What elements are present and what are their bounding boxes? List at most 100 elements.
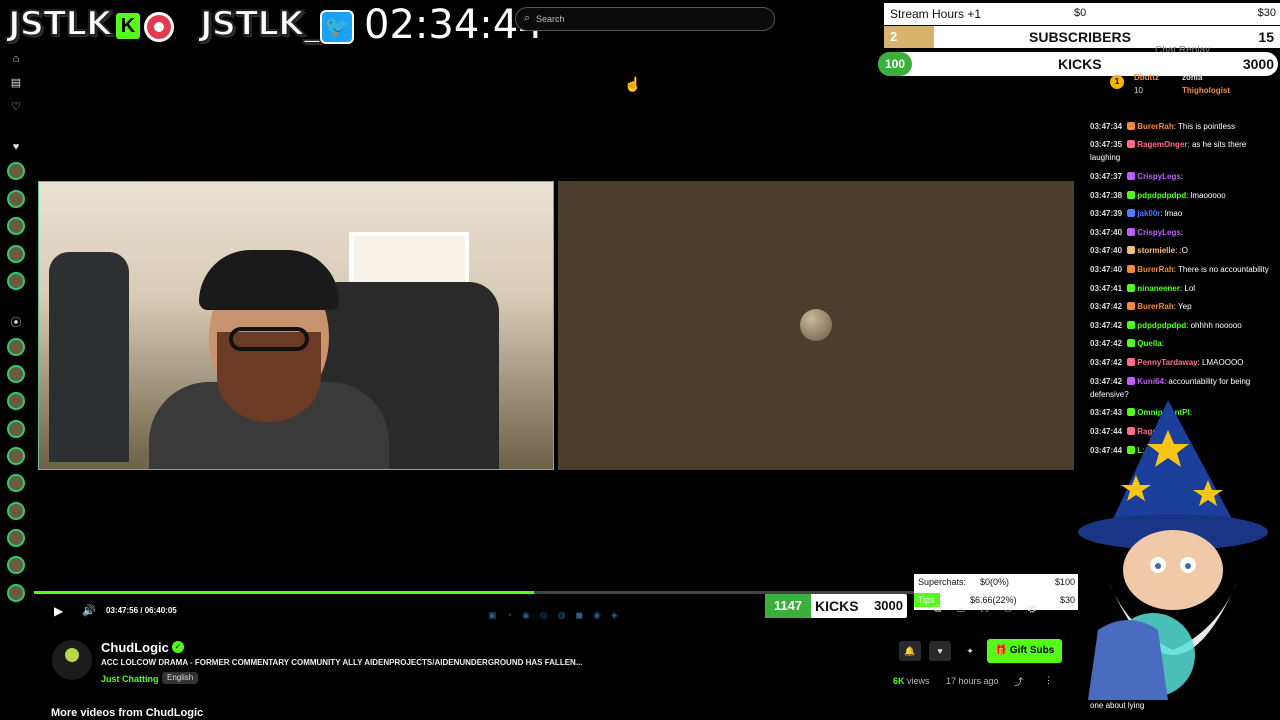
chat-timestamp: 03:47:39 xyxy=(1090,209,1123,218)
chat-message: 03:47:42 Quella: xyxy=(1090,337,1274,350)
chat-username[interactable]: CrispyLegs xyxy=(1137,172,1181,181)
follow-heart-button[interactable]: ♥ xyxy=(929,641,951,661)
share-icon[interactable]: ⤴ xyxy=(1014,675,1023,688)
chat-username[interactable]: pdpdpdpdpd xyxy=(1137,191,1186,200)
chat-timestamp: 03:47:42 xyxy=(1090,302,1123,311)
jstlk-twitter-logo: JSTLK_ xyxy=(199,3,321,45)
chat-text: :O xyxy=(1179,246,1188,255)
guest-feed[interactable] xyxy=(558,181,1074,470)
chat-message: 03:47:42 PennyTardaway: LMAOOOO xyxy=(1090,356,1274,369)
hand-cursor-icon: ☝ xyxy=(624,76,642,92)
webcam-feed[interactable] xyxy=(38,181,554,470)
channel-name[interactable]: ChudLogic xyxy=(101,640,169,655)
chat-separator: : xyxy=(1180,172,1184,181)
followed-channel-avatar[interactable] xyxy=(7,245,25,263)
chat-username[interactable]: BurerRah xyxy=(1137,302,1173,311)
channel-avatar[interactable] xyxy=(52,640,92,680)
recommended-channel-avatar[interactable] xyxy=(7,338,25,356)
volume-button[interactable]: 🔊 xyxy=(82,604,96,617)
chat-badge-icon xyxy=(1127,265,1136,273)
chat-username[interactable]: CrispyLegs xyxy=(1137,228,1181,237)
following-heart-icon[interactable]: ♡ xyxy=(9,100,23,114)
chat-username[interactable]: PennyTardaway xyxy=(1137,358,1197,367)
stream-title: ACC LOLCOW DRAMA - FORMER COMMENTARY COM… xyxy=(101,658,583,667)
chat-message: 03:47:42 pdpdpdpdpd: ohhhh nooooo xyxy=(1090,319,1274,332)
chat-text: lmaooooo xyxy=(1190,191,1226,200)
notification-bell-button[interactable]: 🔔 xyxy=(899,641,921,661)
chat-username[interactable]: ninaneener xyxy=(1137,284,1180,293)
chat-badge-icon xyxy=(1127,302,1136,310)
gift-icon: 🎁 xyxy=(994,645,1010,656)
taskbar-ghost-icons: ▣◔◉◎◍◼◉◈ xyxy=(488,610,628,620)
chat-username[interactable]: BurerRah xyxy=(1137,265,1173,274)
chat-username[interactable]: jak00r xyxy=(1137,209,1160,218)
recommended-channel-avatar[interactable] xyxy=(7,529,25,547)
more-options-icon[interactable]: ⋮ xyxy=(1044,675,1053,686)
kicks-label: KICKS xyxy=(1058,56,1102,72)
theater-icon[interactable]: ▭ xyxy=(957,604,981,615)
followed-channel-avatar[interactable] xyxy=(7,272,25,290)
time-display: 03:47:56 / 06:40:05 xyxy=(106,606,177,615)
top-user-2: zonia xyxy=(1182,73,1203,82)
chat-username[interactable]: pdpdpdpdpd xyxy=(1137,321,1186,330)
chat-username[interactable]: stormielle xyxy=(1137,246,1175,255)
superchats-value: $0(0%) xyxy=(980,577,1010,587)
chat-username[interactable]: RagemOnger xyxy=(1137,140,1187,149)
live-broadcast-icon[interactable]: ⦿ xyxy=(9,316,23,330)
language-tag[interactable]: English xyxy=(162,672,199,684)
chat-username[interactable]: Quella xyxy=(1137,339,1161,348)
gift-subs-button[interactable]: 🎁 Gift Subs xyxy=(987,639,1062,663)
recommended-channel-avatar[interactable] xyxy=(7,420,25,438)
verified-check-icon: ✓ xyxy=(172,641,184,653)
jstlk-kick-logo: JSTLK xyxy=(7,3,113,45)
play-button[interactable]: ▶ xyxy=(54,604,63,618)
chat-badge-icon xyxy=(1127,246,1136,254)
kicks-mini-label: KICKS xyxy=(815,598,859,614)
clip-icon[interactable]: ⧉ xyxy=(934,604,957,615)
twitter-bird-icon: 🐦 xyxy=(320,10,354,44)
chat-username[interactable]: Kuni64 xyxy=(1137,377,1164,386)
current-time: 03:47:56 xyxy=(106,606,139,615)
speed-icon[interactable]: ◷ xyxy=(1004,604,1028,615)
wizard-pupil xyxy=(1185,563,1191,569)
home-icon[interactable]: ⌂ xyxy=(9,52,23,66)
recommended-channel-avatar[interactable] xyxy=(7,474,25,492)
subscribers-label: SUBSCRIBERS xyxy=(1029,29,1131,45)
chat-timestamp: 03:47:40 xyxy=(1090,228,1123,237)
subscribers-bar: 2 SUBSCRIBERS 15 xyxy=(884,26,1280,48)
fullscreen-icon[interactable]: ⛶ xyxy=(981,604,1004,615)
chat-text: Yep xyxy=(1178,302,1192,311)
chat-text: There is no accountability xyxy=(1178,265,1269,274)
kicks-goal-widget: 1147 KICKS 3000 xyxy=(765,594,907,618)
search-icon: ⌕ xyxy=(524,12,531,24)
sparkle-button[interactable]: ✦ xyxy=(959,641,981,661)
favorites-heart-icon[interactable]: ♥ xyxy=(9,140,23,154)
chat-badge-icon xyxy=(1127,339,1136,347)
chat-message: 03:47:39 jak00r: lmao xyxy=(1090,207,1274,220)
chat-username[interactable]: BurerRah xyxy=(1137,122,1173,131)
stream-hours-label: Stream Hours +1 xyxy=(890,7,982,21)
chat-message: 03:47:37 CrispyLegs: xyxy=(1090,170,1274,183)
kick-badge-icon: K xyxy=(116,13,140,39)
recommended-channel-avatar[interactable] xyxy=(7,584,25,602)
followed-channel-avatar[interactable] xyxy=(7,190,25,208)
kicks-mini-goal: 3000 xyxy=(874,598,903,613)
rank-one-icon: 1 xyxy=(1110,75,1124,89)
chat-badge-icon xyxy=(1127,377,1136,385)
search-input[interactable]: ⌕ Search xyxy=(515,7,775,31)
subscribers-goal: 15 xyxy=(1258,29,1274,45)
recommended-channel-avatar[interactable] xyxy=(7,502,25,520)
settings-gear-icon[interactable]: ⚙ xyxy=(1028,604,1052,615)
chat-message: 03:47:42 BurerRah: Yep xyxy=(1090,300,1274,313)
chat-badge-icon xyxy=(1127,209,1136,217)
followed-channel-avatar[interactable] xyxy=(7,162,25,180)
recommended-channel-avatar[interactable] xyxy=(7,365,25,383)
browse-icon[interactable]: ▤ xyxy=(9,76,23,90)
wizard-face xyxy=(1123,530,1223,610)
category-link[interactable]: Just Chatting xyxy=(101,674,159,684)
duration: 06:40:05 xyxy=(144,606,177,615)
followed-channel-avatar[interactable] xyxy=(7,217,25,235)
recommended-channel-avatar[interactable] xyxy=(7,447,25,465)
recommended-channel-avatar[interactable] xyxy=(7,556,25,574)
recommended-channel-avatar[interactable] xyxy=(7,392,25,410)
